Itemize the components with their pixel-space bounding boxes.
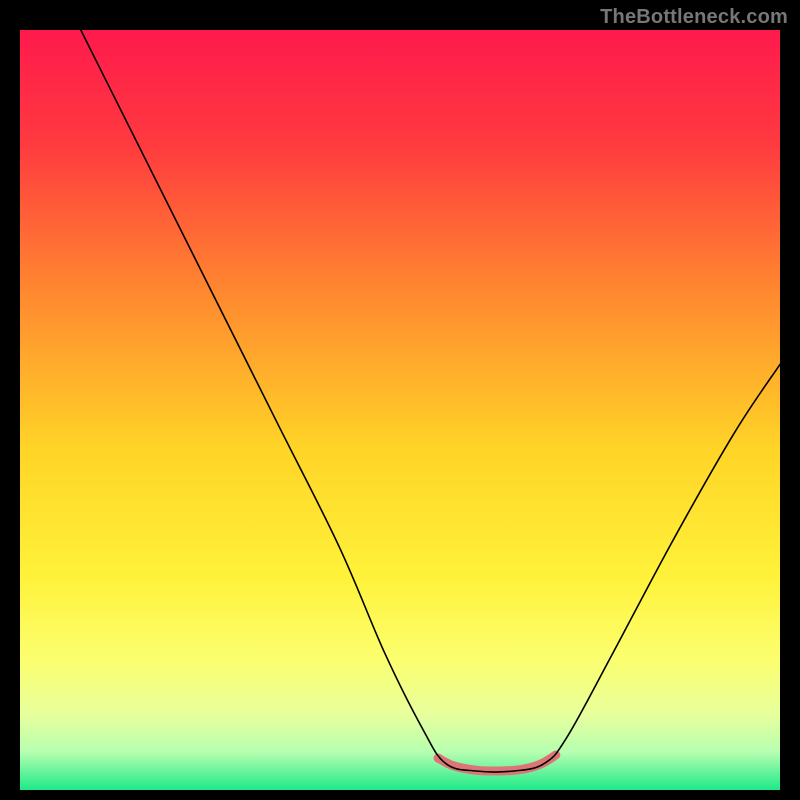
bottleneck-chart [20,30,780,790]
heatmap-background [20,30,780,790]
chart-svg [20,30,780,790]
watermark-text: TheBottleneck.com [600,6,788,29]
stage: TheBottleneck.com [0,0,800,800]
